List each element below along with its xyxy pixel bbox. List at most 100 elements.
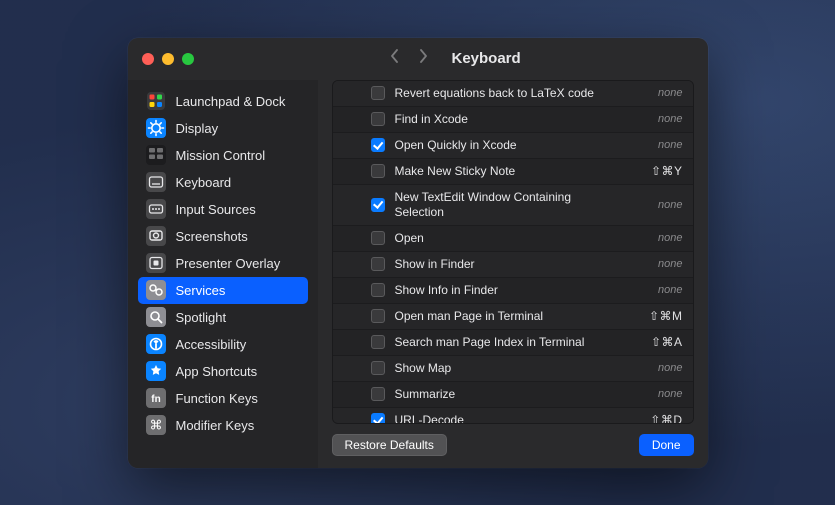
service-row[interactable]: Open none — [333, 226, 693, 252]
service-label: Open man Page in Terminal — [395, 309, 621, 324]
service-shortcut[interactable]: none — [631, 199, 683, 211]
titlebar: Keyboard — [128, 38, 708, 80]
service-row[interactable]: Summarize none — [333, 382, 693, 408]
service-label: New TextEdit Window Containing Selection — [395, 190, 621, 220]
sidebar-item-label: Presenter Overlay — [176, 256, 281, 271]
sidebar-item-launchpad-dock[interactable]: Launchpad & Dock — [138, 88, 308, 115]
service-row[interactable]: Find in Xcodenone — [333, 107, 693, 133]
function-keys-icon: fn — [146, 388, 166, 408]
sidebar-item-spotlight[interactable]: Spotlight — [138, 304, 308, 331]
service-shortcut[interactable]: ⇧⌘M — [631, 309, 683, 323]
service-checkbox[interactable] — [371, 257, 385, 271]
nav-buttons — [390, 49, 428, 68]
sidebar-item-display[interactable]: Display — [138, 115, 308, 142]
service-label: Show in Finder — [395, 257, 621, 272]
service-checkbox[interactable] — [371, 86, 385, 100]
service-checkbox[interactable] — [371, 283, 385, 297]
service-shortcut[interactable]: none — [631, 113, 683, 125]
close-window-button[interactable] — [142, 53, 154, 65]
service-label: Open Quickly in Xcode — [395, 138, 621, 153]
service-row[interactable]: Revert equations back to LaTeX code none — [333, 81, 693, 107]
service-shortcut[interactable]: none — [631, 388, 683, 400]
service-row[interactable]: Show Map none — [333, 356, 693, 382]
service-shortcut[interactable]: none — [631, 284, 683, 296]
sidebar-item-services[interactable]: Services — [138, 277, 308, 304]
service-checkbox[interactable] — [371, 164, 385, 178]
sidebar-item-label: Input Sources — [176, 202, 256, 217]
service-checkbox[interactable] — [371, 361, 385, 375]
service-checkbox[interactable] — [371, 198, 385, 212]
minimize-window-button[interactable] — [162, 53, 174, 65]
sidebar-item-label: Spotlight — [176, 310, 227, 325]
service-shortcut[interactable]: ⇧⌘A — [631, 335, 683, 349]
restore-defaults-button[interactable]: Restore Defaults — [332, 434, 447, 456]
input-sources-icon — [146, 199, 166, 219]
service-shortcut[interactable]: ⇧⌘D — [631, 413, 683, 424]
service-checkbox[interactable] — [371, 387, 385, 401]
services-list[interactable]: Revert equations back to LaTeX codenoneF… — [332, 80, 694, 424]
launchpad-icon — [146, 91, 166, 111]
spotlight-icon — [146, 307, 166, 327]
service-shortcut[interactable]: none — [631, 258, 683, 270]
service-row[interactable]: Make New Sticky Note ⇧⌘Y — [333, 159, 693, 185]
traffic-lights — [142, 53, 194, 65]
screenshots-icon — [146, 226, 166, 246]
service-label: Show Info in Finder — [395, 283, 621, 298]
window-title: Keyboard — [452, 50, 521, 67]
service-checkbox[interactable] — [371, 335, 385, 349]
service-label: Make New Sticky Note — [395, 164, 621, 179]
keyboard-icon — [146, 172, 166, 192]
service-label: Search man Page Index in Terminal — [395, 335, 621, 350]
service-row[interactable]: Open Quickly in Xcode none — [333, 133, 693, 159]
service-shortcut[interactable]: none — [631, 362, 683, 374]
service-row[interactable]: New TextEdit Window Containing Selection… — [333, 185, 693, 226]
sidebar-item-label: Display — [176, 121, 219, 136]
sidebar-item-presenter-overlay[interactable]: Presenter Overlay — [138, 250, 308, 277]
modifier-keys-icon: ⌘ — [146, 415, 166, 435]
service-checkbox[interactable] — [371, 231, 385, 245]
preferences-window: Keyboard Launchpad & Dock Display Mission … — [128, 38, 708, 468]
sidebar-item-screenshots[interactable]: Screenshots — [138, 223, 308, 250]
service-row[interactable]: Search man Page Index in Terminal ⇧⌘A — [333, 330, 693, 356]
services-icon — [146, 280, 166, 300]
service-label: URL-Decode — [395, 413, 621, 424]
service-row[interactable]: Open man Page in Terminal ⇧⌘M — [333, 304, 693, 330]
service-shortcut[interactable]: none — [631, 139, 683, 151]
sidebar-item-function-keys[interactable]: fnFunction Keys — [138, 385, 308, 412]
service-checkbox[interactable] — [371, 138, 385, 152]
service-row[interactable]: URL-Decode ⇧⌘D — [333, 408, 693, 424]
service-label: Revert equations back to LaTeX code — [395, 86, 621, 101]
service-label: Show Map — [395, 361, 621, 376]
app-shortcuts-icon — [146, 361, 166, 381]
service-label: Open — [395, 231, 621, 246]
sidebar-item-modifier-keys[interactable]: ⌘ Modifier Keys — [138, 412, 308, 439]
sidebar-item-mission-control[interactable]: Mission Control — [138, 142, 308, 169]
service-shortcut[interactable]: none — [631, 232, 683, 244]
forward-button[interactable] — [419, 49, 428, 68]
sidebar-item-label: Accessibility — [176, 337, 247, 352]
sidebar: Launchpad & Dock Display Mission Control Ke… — [128, 80, 318, 468]
sidebar-item-label: Services — [176, 283, 226, 298]
service-checkbox[interactable] — [371, 309, 385, 323]
service-checkbox[interactable] — [371, 112, 385, 126]
svg-text:fn: fn — [151, 394, 160, 405]
service-shortcut[interactable]: ⇧⌘Y — [631, 164, 683, 178]
sidebar-item-label: Keyboard — [176, 175, 232, 190]
service-row[interactable]: Show in Finder none — [333, 252, 693, 278]
sidebar-item-app-shortcuts[interactable]: App Shortcuts — [138, 358, 308, 385]
back-button[interactable] — [390, 49, 399, 68]
service-row[interactable]: Show Info in Finder none — [333, 278, 693, 304]
sidebar-item-input-sources[interactable]: Input Sources — [138, 196, 308, 223]
svg-text:⌘: ⌘ — [149, 418, 162, 433]
sidebar-item-label: App Shortcuts — [176, 364, 258, 379]
sidebar-item-accessibility[interactable]: Accessibility — [138, 331, 308, 358]
done-button[interactable]: Done — [639, 434, 694, 456]
sidebar-item-keyboard[interactable]: Keyboard — [138, 169, 308, 196]
display-icon — [146, 118, 166, 138]
service-shortcut[interactable]: none — [631, 87, 683, 99]
service-label: Summarize — [395, 387, 621, 402]
service-checkbox[interactable] — [371, 413, 385, 424]
sidebar-item-label: Modifier Keys — [176, 418, 255, 433]
sidebar-item-label: Launchpad & Dock — [176, 94, 286, 109]
zoom-window-button[interactable] — [182, 53, 194, 65]
